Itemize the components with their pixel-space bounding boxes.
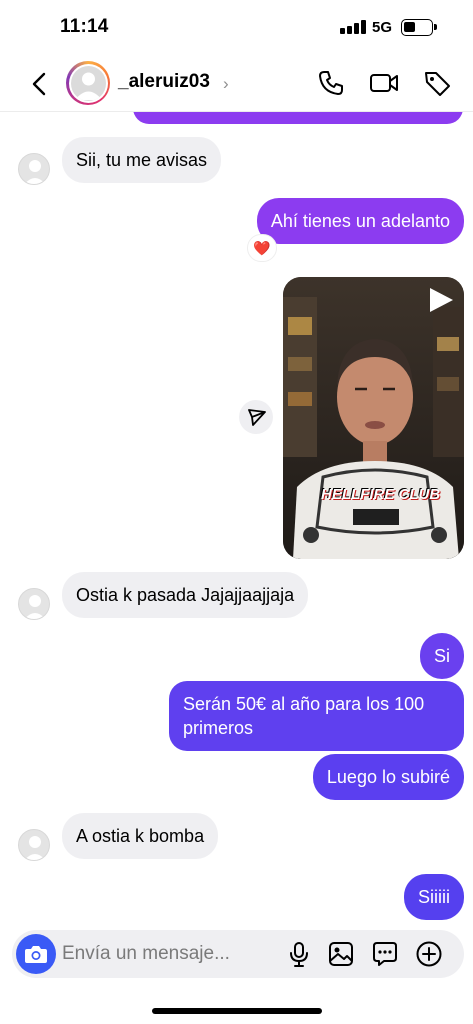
send-icon — [239, 409, 273, 438]
sender-avatar[interactable] — [18, 829, 50, 861]
reaction-badge[interactable]: ❤️ — [247, 234, 277, 262]
sender-avatar[interactable] — [18, 153, 50, 185]
back-icon[interactable] — [26, 70, 54, 98]
message-bubble-outgoing[interactable]: Ahí tienes un adelanto — [256, 198, 464, 244]
message-bubble-incoming[interactable]: Ostia k pasada Jajajjaajjaja — [62, 572, 309, 618]
battery-icon — [401, 19, 437, 36]
message-bubble-outgoing-partial — [133, 112, 463, 124]
video-message[interactable]: HELLFIRE CLUB — [283, 277, 464, 559]
message-list: Sii, tu me avisas Ahí tienes un adelanto… — [0, 112, 473, 922]
home-indicator[interactable] — [152, 1008, 322, 1014]
share-video-button[interactable] — [239, 400, 273, 434]
network-label: 5G — [372, 19, 393, 36]
message-bubble-outgoing[interactable]: Serán 50€ al año para los 100 primeros — [169, 681, 464, 751]
sender-avatar[interactable] — [18, 588, 50, 620]
status-bar: 11:14 5G — [0, 0, 473, 54]
signal-icon — [340, 20, 366, 34]
message-bubble-outgoing[interactable]: Si — [419, 633, 464, 679]
message-composer — [12, 930, 464, 978]
username[interactable]: _aleruiz03 — [118, 71, 210, 93]
heart-icon: ❤️ — [253, 240, 271, 256]
avatar[interactable] — [66, 61, 110, 105]
sticker-icon[interactable] — [371, 940, 399, 968]
gallery-icon[interactable] — [327, 940, 355, 968]
message-bubble-incoming[interactable]: A ostia k bomba — [62, 813, 219, 859]
message-bubble-incoming[interactable]: Sii, tu me avisas — [62, 137, 222, 183]
message-bubble-outgoing[interactable]: Siiiii — [403, 874, 464, 920]
plus-icon[interactable] — [415, 940, 443, 968]
video-call-icon[interactable] — [369, 68, 399, 98]
tag-icon[interactable] — [422, 68, 452, 98]
message-text-line: Serán 50€ al año para los 100 — [183, 694, 425, 714]
chevron-right-icon[interactable]: › — [223, 74, 229, 94]
status-time: 11:14 — [60, 16, 109, 37]
play-icon[interactable] — [427, 287, 455, 318]
message-bubble-outgoing[interactable]: Luego lo subiré — [312, 754, 464, 800]
message-input[interactable] — [62, 930, 282, 978]
message-text-line: primeros — [183, 718, 254, 738]
video-thumbnail — [283, 277, 464, 559]
chat-header: _aleruiz03 › — [0, 54, 473, 112]
phone-icon[interactable] — [316, 68, 346, 98]
microphone-icon[interactable] — [285, 940, 313, 968]
camera-icon[interactable] — [16, 934, 56, 974]
video-overlay-text: HELLFIRE CLUB — [321, 486, 441, 503]
